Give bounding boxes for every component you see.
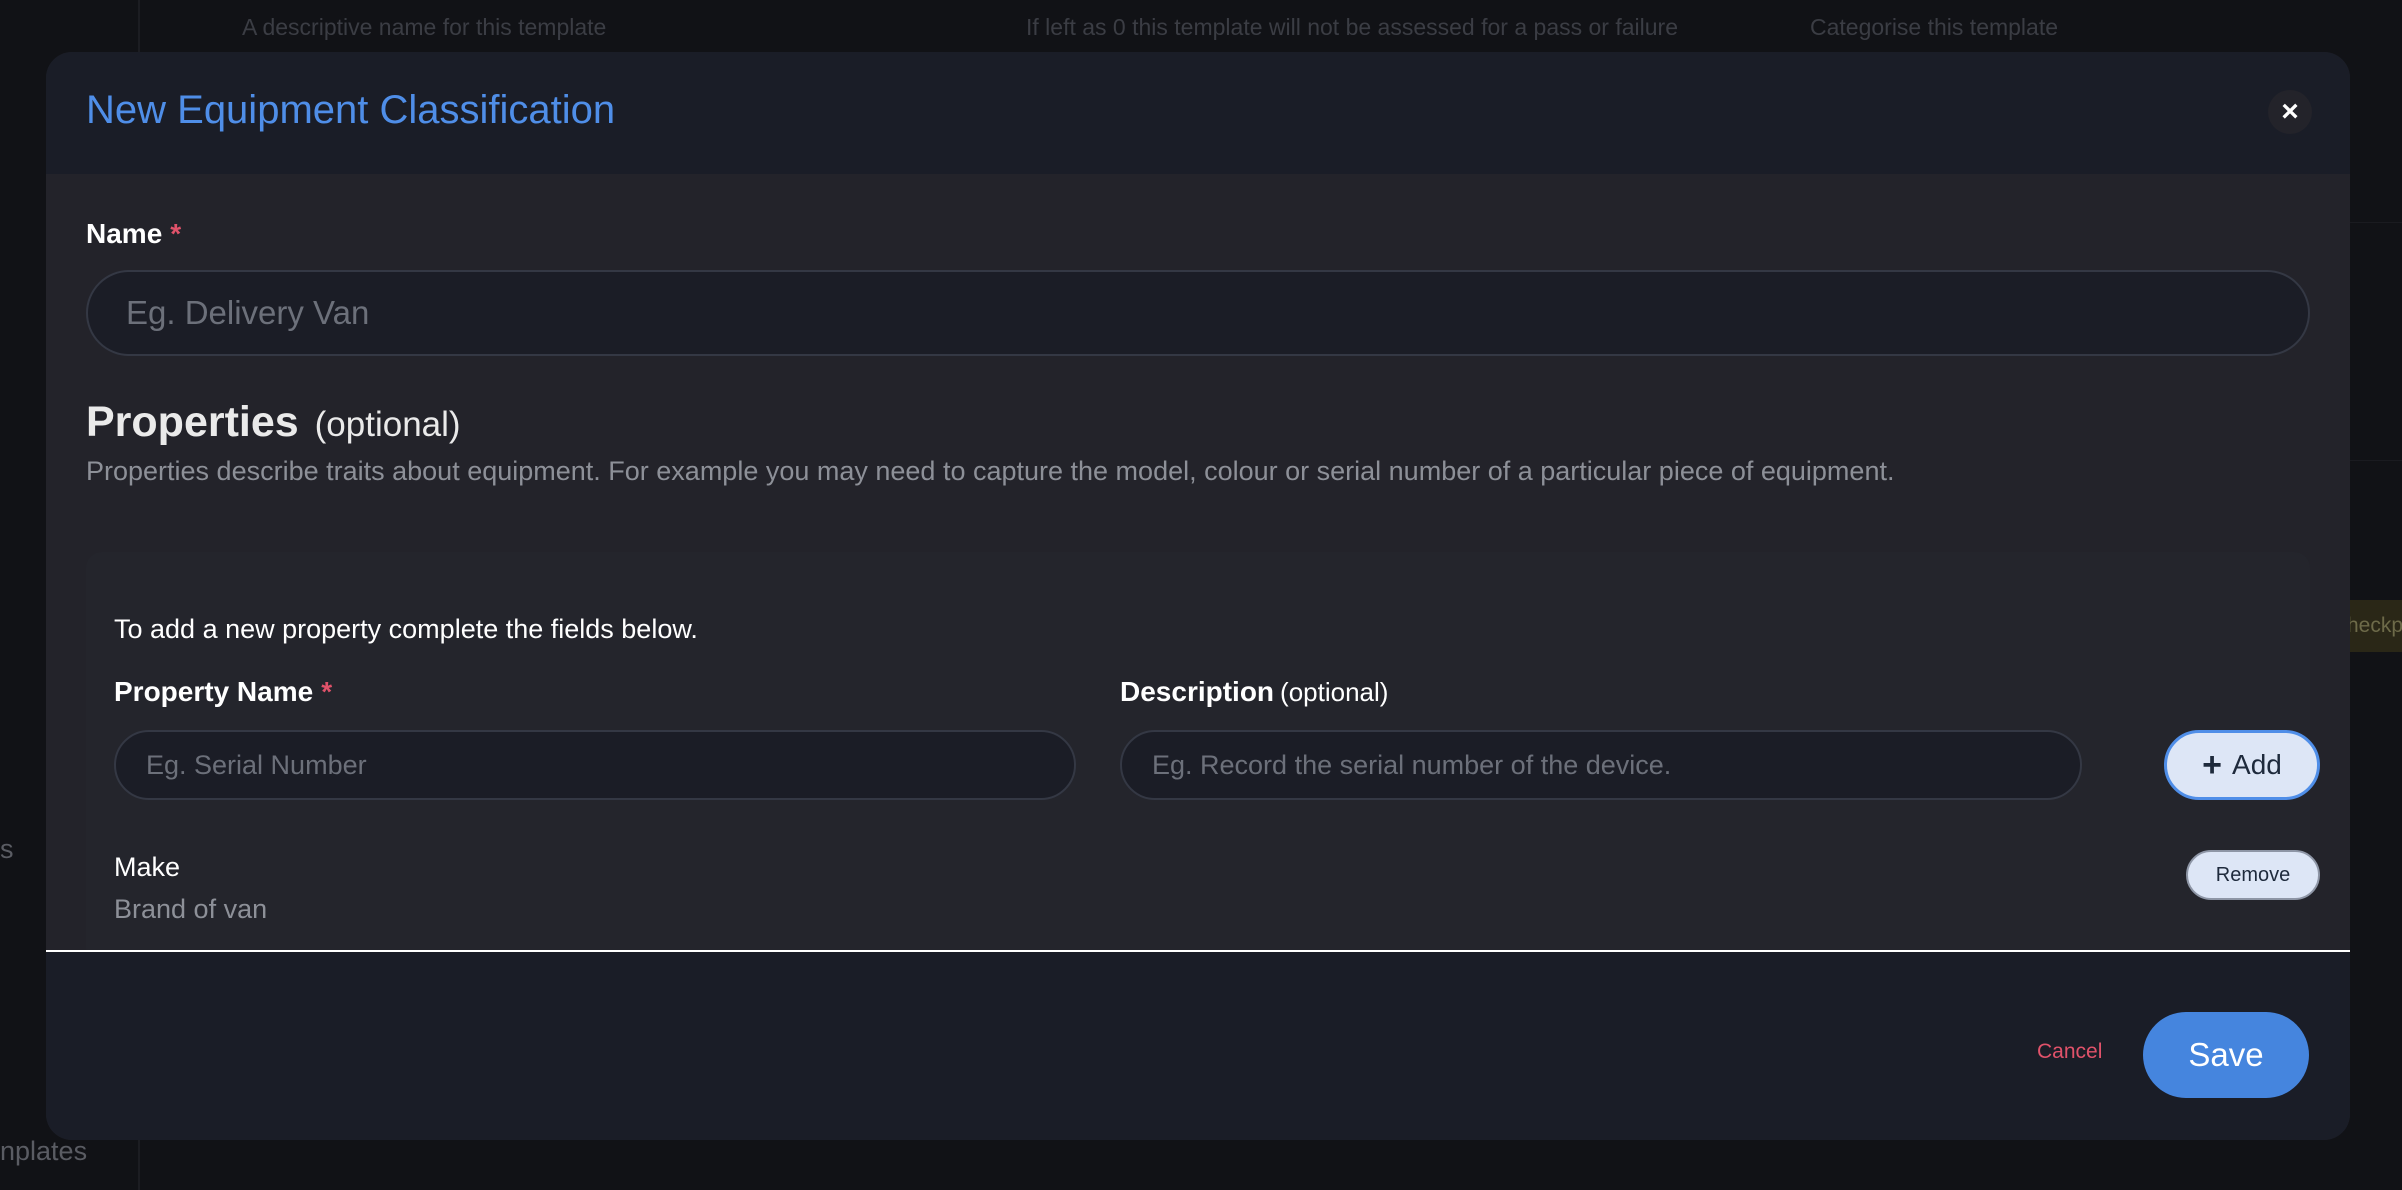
equipment-classification-modal: New Equipment Classification × Name* Pro… xyxy=(46,52,2350,1140)
background-hint-pass-mark: If left as 0 this template will not be a… xyxy=(1026,14,1678,40)
property-name-label-text: Property Name xyxy=(114,676,314,707)
description-label: Description (optional) xyxy=(1120,676,1388,708)
property-editor-panel: To add a new property complete the field… xyxy=(86,552,2320,964)
modal-header: New Equipment Classification × xyxy=(46,52,2350,174)
remove-property-button[interactable]: Remove xyxy=(2186,850,2320,900)
modal-title: New Equipment Classification xyxy=(86,88,616,132)
name-input[interactable] xyxy=(86,270,2310,356)
property-description-input[interactable] xyxy=(1120,730,2082,800)
property-item-description: Brand of van xyxy=(114,894,268,924)
property-name-label: Property Name * xyxy=(114,676,332,708)
property-item-name: Make xyxy=(114,852,181,882)
required-marker: * xyxy=(170,218,182,249)
description-label-text: Description xyxy=(1120,676,1275,707)
required-marker: * xyxy=(321,676,333,707)
name-label-text: Name xyxy=(86,218,163,249)
description-optional-tag: (optional) xyxy=(1280,677,1389,707)
save-button[interactable]: Save xyxy=(2143,1012,2309,1098)
plus-icon: + xyxy=(2202,746,2223,784)
properties-optional-tag: (optional) xyxy=(314,405,461,444)
cancel-button[interactable]: Cancel xyxy=(2037,1040,2102,1064)
properties-heading-text: Properties xyxy=(86,398,299,446)
background-hint-name: A descriptive name for this template xyxy=(242,14,607,40)
property-name-input[interactable] xyxy=(114,730,1076,800)
close-icon[interactable]: × xyxy=(2268,90,2312,134)
property-intro-text: To add a new property complete the field… xyxy=(114,614,698,644)
name-field-label: Name * xyxy=(86,218,181,250)
background-checkpoint-badge: heckp xyxy=(2345,600,2402,652)
properties-heading: Properties (optional) xyxy=(86,398,461,447)
background-hint-category: Categorise this template xyxy=(1810,14,2059,40)
add-property-button[interactable]: + Add xyxy=(2164,730,2320,800)
modal-footer: Cancel Save xyxy=(46,952,2350,1140)
sidebar-fragment-templates: nplates xyxy=(0,1136,88,1166)
sidebar-fragment: s xyxy=(0,834,14,864)
add-button-label: Add xyxy=(2232,749,2282,780)
properties-description: Properties describe traits about equipme… xyxy=(86,456,1895,486)
